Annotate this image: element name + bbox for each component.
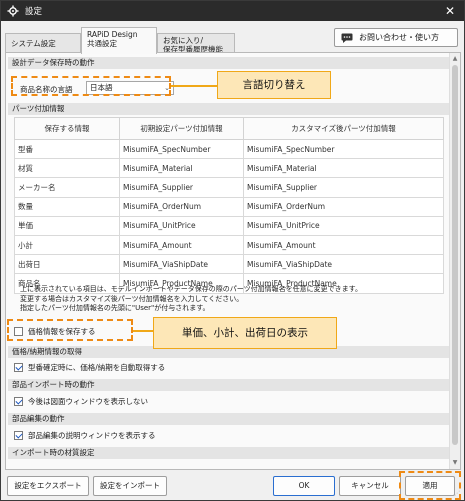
close-icon[interactable]: ✕ [442,3,458,19]
callout-connector [171,85,217,87]
show-desc-checkbox[interactable] [14,431,23,440]
section-design-save: 設計データ保存時の動作 [8,57,449,69]
table-cell: 出荷日 [14,254,120,275]
section-parts-import: 部品インポート時の動作 [8,379,449,391]
table-cell: MisumiFA_Amount [119,234,244,256]
export-settings-button[interactable]: 設定をエクスポート [7,476,89,496]
callout-display: 単価、小計、出荷日の表示 [153,317,337,349]
table-cell: MisumiFA_Material [119,158,244,179]
table-cell-editable[interactable]: MisumiFA_Amount [243,234,444,256]
table-cell: 材質 [14,158,120,179]
tab-rapid-design-common[interactable]: RAPiD Design 共通設定 [81,27,157,54]
price-highlight-box [7,319,133,341]
table-row: メーカー名 MisumiFA_Supplier MisumiFA_Supplie… [14,177,444,198]
table-cell: 数量 [14,196,120,217]
window-title: 設定 [25,7,43,17]
table-cell-editable[interactable]: MisumiFA_Supplier [243,177,444,198]
apply-highlight-box [399,471,461,500]
cancel-button[interactable]: キャンセル [339,476,401,496]
callout-connector [133,330,153,332]
col-header-custom-info: カスタマイズ後パーツ付加情報 [243,117,444,140]
table-row: 数量 MisumiFA_OrderNum MisumiFA_OrderNum [14,196,444,217]
col-header-saved-info: 保存する情報 [14,117,120,140]
tab-label: システム設定 [11,39,56,48]
table-cell-editable[interactable]: MisumiFA_SpecNumber [243,138,444,160]
resize-grip-icon[interactable]: ⋰ [454,490,462,498]
tab-label: RAPiD Design [87,30,138,39]
table-row: 出荷日 MisumiFA_ViaShipDate MisumiFA_ViaShi… [14,254,444,275]
scroll-thumb[interactable] [452,65,458,445]
table-row: 単価 MisumiFA_UnitPrice MisumiFA_UnitPrice [14,215,444,236]
table-cell-editable[interactable]: MisumiFA_ViaShipDate [243,254,444,275]
table-cell: MisumiFA_ViaShipDate [119,254,244,275]
chat-icon [341,33,353,43]
note-line: 上に表示されている項目は、モデルインポートやデータ保存の際のパーツ付加情報名を任… [20,285,362,293]
hide-drawing-label: 今後は図面ウィンドウを表示しない [28,397,148,406]
table-row: 小計 MisumiFA_Amount MisumiFA_Amount [14,234,444,256]
table-cell: 単価 [14,215,120,236]
table-cell: 型番 [14,138,120,160]
table-cell: MisumiFA_UnitPrice [119,215,244,236]
show-desc-label: 部品編集の説明ウィンドウを表示する [28,431,156,440]
table-cell: MisumiFA_OrderNum [119,196,244,217]
tab-system-settings[interactable]: システム設定 [5,33,81,53]
settings-window: 設定 ✕ システム設定 RAPiD Design 共通設定 お気に入り/ 保存型… [0,0,465,501]
table-cell-editable[interactable]: MisumiFA_UnitPrice [243,215,444,236]
tab-label: お気に入り/ [163,36,204,45]
col-header-default-info: 初期設定パーツ付加情報 [119,117,244,140]
import-settings-button[interactable]: 設定をインポート [93,476,167,496]
parts-info-table: 保存する情報 初期設定パーツ付加情報 カスタマイズ後パーツ付加情報 型番 Mis… [14,117,444,294]
auto-fetch-label: 型番確定時に、価格/納期を自動取得する [28,363,166,372]
note-line: 変更する場合はカスタマイズ後パーツ付加情報名を入力してください。 [20,294,244,303]
vertical-scrollbar[interactable]: ▲ ▼ [449,53,460,469]
table-cell: メーカー名 [14,177,120,198]
language-highlight-box [11,76,171,96]
section-parts-info: パーツ付加情報 [8,103,449,115]
auto-fetch-checkbox-row[interactable]: 型番確定時に、価格/納期を自動取得する [14,362,165,373]
tab-label-line2: 共通設定 [87,39,117,48]
table-cell-editable[interactable]: MisumiFA_OrderNum [243,196,444,217]
table-header-row: 保存する情報 初期設定パーツ付加情報 カスタマイズ後パーツ付加情報 [14,117,444,140]
section-parts-edit: 部品編集の動作 [8,413,449,425]
notes-text: 上に表示されている項目は、モデルインポートやデータ保存の際のパーツ付加情報名を任… [20,285,362,314]
gear-icon [7,5,19,17]
title-bar: 設定 ✕ [1,1,464,21]
tab-favorites-history[interactable]: お気に入り/ 保存型番履歴機能 [157,33,235,54]
table-cell-editable[interactable]: MisumiFA_Material [243,158,444,179]
show-desc-checkbox-row[interactable]: 部品編集の説明ウィンドウを表示する [14,430,156,441]
ok-button[interactable]: OK [273,476,335,496]
scroll-down-icon[interactable]: ▼ [450,458,460,468]
note-line: 指定したパーツ付加情報名の先頭に"User"が付与されます。 [20,304,210,312]
help-button-label: お問い合わせ・使い方 [359,33,439,42]
table-cell: MisumiFA_Supplier [119,177,244,198]
table-row: 材質 MisumiFA_Material MisumiFA_Material [14,158,444,179]
hide-drawing-checkbox[interactable] [14,397,23,406]
auto-fetch-checkbox[interactable] [14,363,23,372]
hide-drawing-checkbox-row[interactable]: 今後は図面ウィンドウを表示しない [14,396,148,407]
table-cell: MisumiFA_SpecNumber [119,138,244,160]
table-row: 型番 MisumiFA_SpecNumber MisumiFA_SpecNumb… [14,138,444,160]
callout-language: 言語切り替え [217,71,331,99]
scroll-up-icon[interactable]: ▲ [450,54,460,64]
section-import-material: インポート時の材質設定 [8,447,449,459]
settings-panel: 設計データ保存時の動作 商品名称の言語 日本語 ⌄ パーツ付加情報 保存する情報… [5,52,461,470]
contact-help-button[interactable]: お問い合わせ・使い方 [334,28,458,47]
table-cell: 小計 [14,234,120,256]
